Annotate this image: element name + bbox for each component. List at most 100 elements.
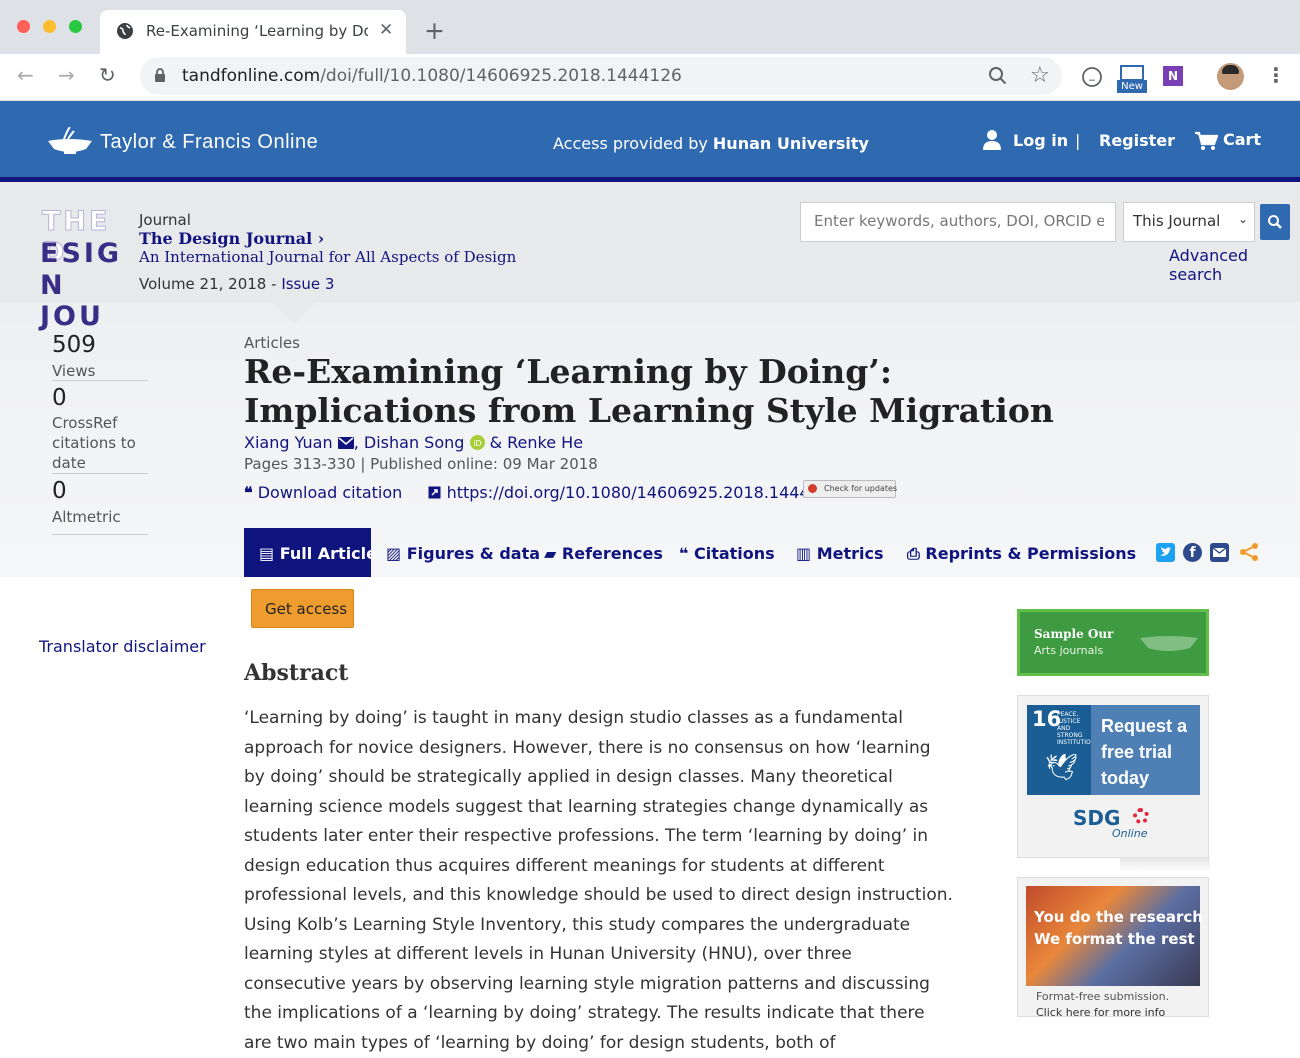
sdg-goal-name: PEACE, JUSTICE AND STRONG INSTITUTIONS	[1057, 711, 1100, 746]
profile-avatar[interactable]	[1217, 63, 1244, 90]
chevron-down-icon: ⌄	[1238, 212, 1249, 226]
access-prefix: Access provided by	[553, 134, 708, 153]
metrics-divider	[52, 380, 148, 381]
ad3-line4: Click here for more info	[1036, 1006, 1166, 1019]
metrics-divider	[52, 473, 148, 474]
ad3-line1: You do the research	[1034, 908, 1203, 926]
search-placeholder: Enter keywords, authors, DOI, ORCID etc	[814, 212, 1104, 230]
views-count: 509	[52, 332, 96, 358]
lamp-logo-icon[interactable]	[46, 126, 94, 161]
search-icon	[1268, 215, 1282, 229]
format-free-ad[interactable]: You do the research We format the rest F…	[1017, 877, 1209, 1019]
new-badge: New	[1117, 80, 1147, 93]
cover-line-3: N JOU	[40, 270, 104, 332]
crossref-label: CrossRef citations to date	[52, 414, 136, 472]
altmetric-label: Altmetric	[52, 508, 121, 526]
journal-title-link[interactable]: The Design Journal ›	[139, 229, 324, 248]
views-label: Views	[52, 362, 96, 380]
journal-band-pointer	[272, 302, 316, 324]
cover-line-2: ESIG	[40, 238, 123, 269]
article-type: Articles	[244, 334, 300, 352]
site-logo-text[interactable]: Taylor & Francis Online	[100, 131, 318, 154]
tab-label: Full Article	[279, 544, 377, 563]
facebook-icon[interactable]: f	[1183, 543, 1202, 562]
external-link-icon	[428, 486, 441, 499]
twitter-icon[interactable]	[1156, 543, 1175, 562]
issue-link[interactable]: Issue 3	[281, 275, 334, 293]
browser-menu-icon[interactable]: ⋮	[1266, 63, 1286, 87]
journal-subtitle: An International Journal for All Aspects…	[139, 248, 517, 266]
tab-citations[interactable]: ❝ Citations	[679, 544, 775, 563]
envelope-icon[interactable]	[337, 437, 354, 449]
cart-link[interactable]: Cart	[1223, 130, 1261, 149]
url-text[interactable]: tandfonline.com/doi/full/10.1080/1460692…	[182, 66, 682, 86]
user-icon[interactable]	[982, 129, 1002, 155]
orcid-icon[interactable]: iD	[469, 435, 485, 450]
new-tab-icon[interactable]: +	[424, 16, 445, 45]
search-button[interactable]	[1260, 204, 1290, 240]
tab-figures[interactable]: ▨ Figures & data	[386, 544, 540, 563]
sdg-online-ad[interactable]: 16 PEACE, JUSTICE AND STRONG INSTITUTION…	[1017, 695, 1209, 858]
volume-text: Volume 21, 2018 -	[139, 275, 282, 293]
share-icon[interactable]	[1239, 542, 1260, 566]
back-arrow-icon[interactable]: ←	[17, 63, 34, 87]
tab-label: References	[561, 544, 663, 563]
lock-icon[interactable]	[154, 68, 166, 87]
zoom-search-icon[interactable]	[988, 66, 1008, 90]
header-separator: |	[1075, 131, 1081, 150]
translator-disclaimer-link[interactable]: Translator disclaimer	[39, 637, 206, 656]
sample-journals-ad[interactable]: Sample Our Arts journals	[1017, 609, 1209, 676]
new-extension-icon[interactable]: New	[1117, 64, 1147, 94]
tab-title: Re-Examining ‘Learning by Doing	[146, 22, 368, 40]
email-share-icon[interactable]	[1210, 543, 1229, 562]
ad-shadow	[1120, 858, 1210, 872]
login-link[interactable]: Log in	[1013, 131, 1068, 150]
tab-close-icon[interactable]: ✕	[379, 20, 393, 40]
author-link[interactable]: Dishan Song	[364, 433, 465, 452]
access-institution: Hunan University	[712, 134, 869, 153]
check-for-updates-badge[interactable]: Check for updates	[803, 480, 897, 498]
advanced-search-link[interactable]: Advanced search	[1169, 246, 1300, 284]
altmetric-count: 0	[52, 478, 67, 504]
window-close-button[interactable]	[17, 20, 30, 33]
url-path: /doi/full/10.1080/14606925.2018.1444126	[320, 66, 682, 86]
tab-metrics[interactable]: ▥ Metrics	[796, 544, 884, 563]
tab-reprints[interactable]: ⎙ Reprints & Permissions	[907, 544, 1136, 564]
extension-icon[interactable]: …	[1081, 66, 1103, 92]
crossmark-icon	[808, 484, 817, 493]
doi-link[interactable]: https://doi.org/10.1080/14606925.2018.14…	[447, 483, 841, 502]
tab-label: Citations	[693, 544, 775, 563]
trial-cta: Request a free trial today	[1101, 716, 1188, 788]
forward-arrow-icon[interactable]: →	[58, 63, 75, 87]
abstract-text: ‘Learning by doing’ is taught in many de…	[244, 708, 953, 1053]
ad1-line1: Sample Our	[1034, 627, 1114, 641]
tab-full-article-label: ▤ Full Article	[259, 544, 377, 563]
lamp-watermark-icon	[1138, 626, 1200, 656]
window-minimize-button[interactable]	[43, 20, 56, 33]
onenote-icon[interactable]: N	[1163, 66, 1183, 86]
get-access-label: Get access	[265, 600, 348, 618]
sdg-brand-sub: Online	[1112, 827, 1148, 840]
register-link[interactable]: Register	[1099, 131, 1175, 150]
access-provided: Access provided by Hunan University	[553, 134, 869, 153]
reload-icon[interactable]: ↻	[99, 63, 116, 87]
download-citation-link[interactable]: Download citation	[258, 483, 403, 502]
crossref-count: 0	[52, 385, 67, 411]
ad1-line2: Arts journals	[1034, 644, 1104, 657]
get-access-button[interactable]: Get access	[251, 589, 354, 628]
author-link[interactable]: Xiang Yuan	[244, 433, 333, 452]
search-scope-value: This Journal	[1133, 212, 1221, 230]
tab-references[interactable]: ▰ References	[544, 544, 663, 563]
journal-cover[interactable]: THE D ESIG N JOU	[40, 206, 130, 333]
dove-icon: 🕊	[1045, 753, 1079, 783]
printer-icon: ⎙	[907, 544, 920, 563]
cart-icon[interactable]	[1194, 131, 1219, 155]
bar-chart-icon: ▥	[796, 544, 812, 563]
article-title: Re-Examining ‘Learning by Doing’: Implic…	[244, 352, 1054, 430]
author-link[interactable]: Renke He	[507, 433, 583, 452]
bookmark-star-icon[interactable]: ☆	[1030, 63, 1050, 88]
citation-row: ❝ Download citation https://doi.org/10.1…	[244, 483, 840, 502]
journal-volume: Volume 21, 2018 - Issue 3	[139, 275, 334, 293]
window-zoom-button[interactable]	[69, 20, 82, 33]
journal-label: Journal	[139, 211, 191, 229]
